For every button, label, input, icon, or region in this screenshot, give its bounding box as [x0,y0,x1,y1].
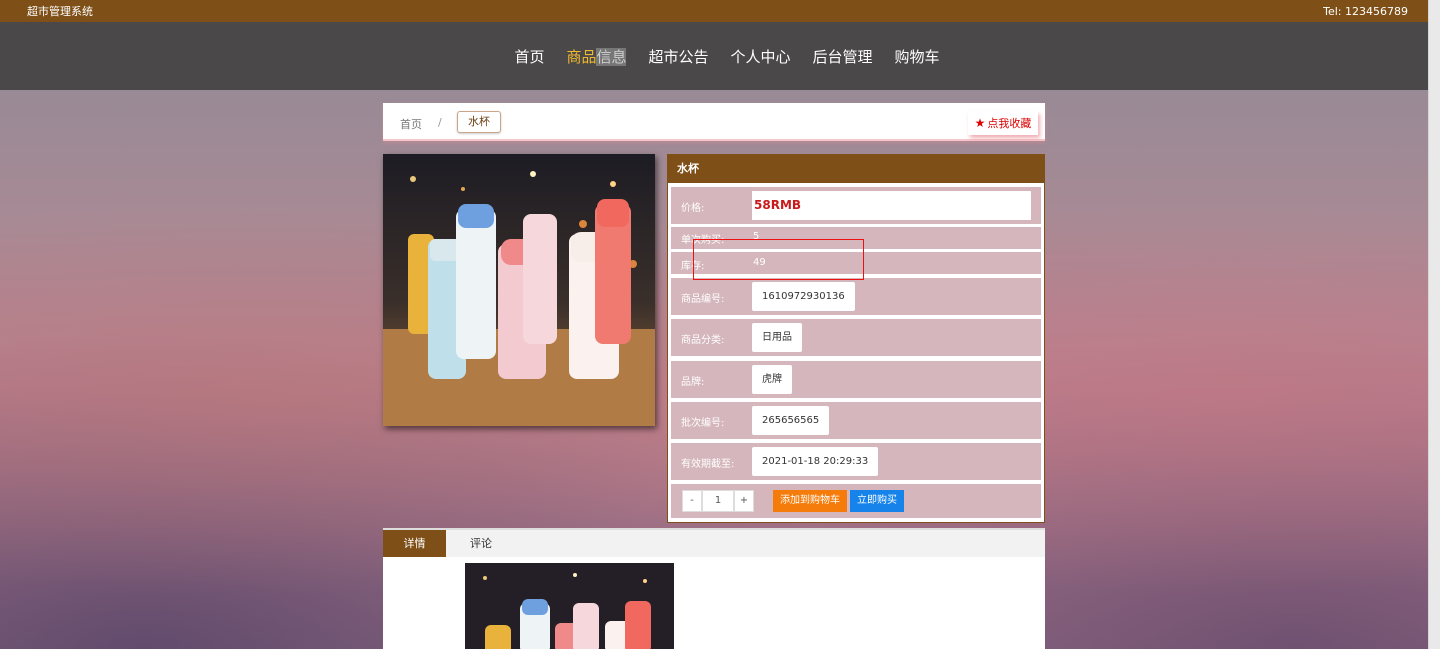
breadcrumb-home[interactable]: 首页 [400,116,422,132]
category-label: 商品分类: [681,335,725,346]
quantity-plus-button[interactable]: + [734,490,754,512]
buy-now-button[interactable]: 立即购买 [850,490,904,512]
breadcrumb-separator: / [438,116,442,129]
tab-detail[interactable]: 详情 [383,530,446,557]
code-row: 商品编号: 1610972930136 [671,278,1041,315]
batch-row: 批次编号: 265656565 [671,402,1041,439]
detail-image [465,563,674,649]
batch-value: 265656565 [752,406,830,435]
expiry-label: 有效期截至: [681,459,735,470]
purchase-row: - 1 + 添加到购物车 立即购买 [671,484,1041,518]
top-bar: 超市管理系统 Tel: 123456789 [0,0,1440,22]
stock-row: 库存: 49 [671,252,1041,274]
single-limit-row: 单次购买: 5 [671,227,1041,249]
code-label: 商品编号: [681,294,725,305]
detail-content [383,557,1045,649]
add-to-cart-button[interactable]: 添加到购物车 [773,490,847,512]
product-container: 首页 / 水杯 ★ 点我收藏 水杯 价格: 58RMB 单次购买: 5 库存: … [383,103,1045,649]
star-icon: ★ [974,116,986,130]
brand-label: 品牌: [681,377,705,388]
detail-tabs: 详情 评论 [383,528,1045,557]
favorite-label: 点我收藏 [987,117,1032,130]
nav-admin[interactable]: 后台管理 [813,46,873,67]
brand-value: 虎牌 [752,365,792,394]
expiry-value: 2021-01-18 20:29:33 [752,447,879,476]
single-limit-label: 单次购买: [681,235,725,246]
quantity-input[interactable]: 1 [702,490,734,512]
nav-goods-highlight: 信息 [596,47,627,66]
price-row: 价格: 58RMB [671,187,1041,224]
nav-goods[interactable]: 商品信息 [566,46,627,67]
category-row: 商品分类: 日用品 [671,319,1041,356]
tel-info: Tel: 123456789 [1323,4,1408,18]
code-value: 1610972930136 [752,282,855,311]
single-limit-value: 5 [753,231,760,242]
price-value: 58RMB [752,191,1031,220]
expiry-row: 有效期截至: 2021-01-18 20:29:33 [671,443,1041,480]
breadcrumb: 首页 / 水杯 ★ 点我收藏 [383,103,1045,141]
product-title: 水杯 [668,155,1044,183]
tab-comment[interactable]: 评论 [446,530,516,557]
stock-value: 49 [753,257,766,268]
quantity-minus-button[interactable]: - [682,490,702,512]
product-image [383,154,655,426]
favorite-button[interactable]: ★ 点我收藏 [968,111,1038,135]
nav-notice[interactable]: 超市公告 [648,46,708,67]
main-nav: 首页 商品信息 超市公告 个人中心 后台管理 购物车 [0,22,1440,90]
batch-label: 批次编号: [681,418,725,429]
page-scrollbar[interactable] [1428,0,1440,649]
category-value: 日用品 [752,323,802,352]
nav-cart[interactable]: 购物车 [895,46,940,67]
product-info-panel: 水杯 价格: 58RMB 单次购买: 5 库存: 49 商品编号: 161097… [667,154,1045,523]
system-name: 超市管理系统 [27,5,93,18]
quantity-stepper: - 1 + [682,490,754,512]
brand-row: 品牌: 虎牌 [671,361,1041,398]
nav-home[interactable]: 首页 [514,46,544,67]
breadcrumb-current: 水杯 [457,111,501,133]
stock-label: 库存: [681,261,705,272]
price-label: 价格: [681,203,705,214]
nav-goods-text: 商品 [566,47,597,66]
nav-personal[interactable]: 个人中心 [731,46,791,67]
